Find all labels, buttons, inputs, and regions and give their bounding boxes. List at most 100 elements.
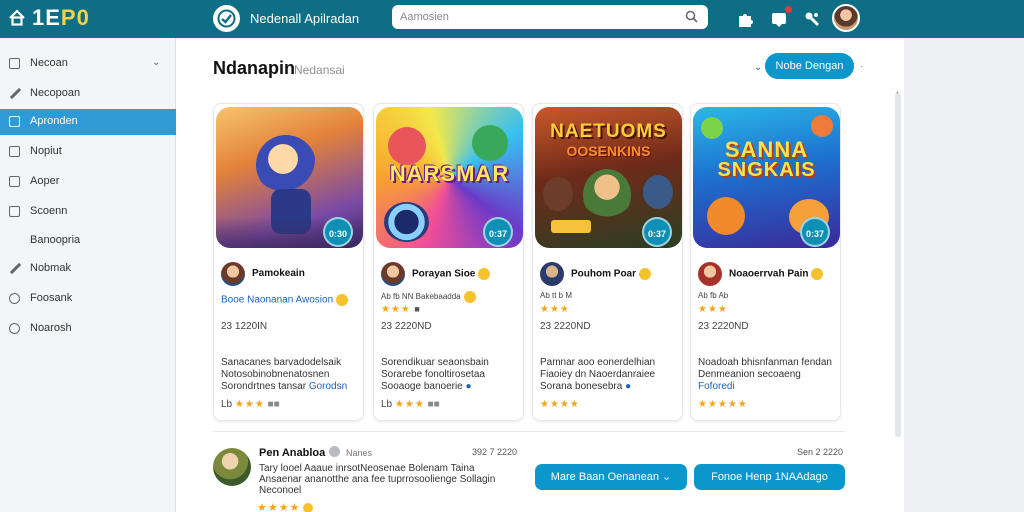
card-description-line: Sanacanes barvadodelsaik (221, 357, 342, 368)
smile-emoji-icon (336, 294, 349, 306)
info-icon[interactable]: ● (466, 381, 472, 392)
sidebar-item-label: Necopoan (30, 87, 81, 99)
tools-icon[interactable] (803, 10, 821, 28)
author-avatar (698, 262, 722, 286)
card-description: Sanacanes barvadodelsaik Notosobinobnena… (221, 357, 361, 393)
more-dot[interactable]: · (860, 61, 863, 72)
rating-stars-icon: ★★★ (234, 399, 265, 410)
smile-emoji-icon (303, 503, 314, 512)
rating-stars-icon: ★★★ ■ (381, 304, 421, 315)
right-gutter (904, 38, 1024, 512)
author-link[interactable]: Booe Naonanan Awosion (221, 294, 349, 306)
sidebar-item-foosank[interactable]: Foosank (0, 286, 176, 312)
game-artwork[interactable]: SANNA SNGKAIS 0:37 (693, 107, 840, 248)
chevron-down-icon[interactable]: ⌄ (152, 57, 160, 68)
view-count: 23 2220ND (381, 321, 432, 332)
review-text: Tary looel Aaaue inrsotNeosenae Bolenam … (259, 463, 517, 496)
sidebar-item-label: Nobmak (30, 262, 71, 274)
main-content: Ndanapin Nedansai ⌄ Nobe Dengan · ▲ 0:30… (176, 38, 904, 512)
author-name: Porayan Sioe (412, 268, 491, 280)
search-bar[interactable] (392, 5, 708, 29)
sidebar-item-apronden[interactable]: Apronden (0, 109, 176, 135)
reviewer-tag: Nanes (346, 448, 373, 458)
card-meta: Ab tt b M (540, 291, 573, 300)
circle-icon (9, 293, 20, 304)
duration-badge[interactable]: 0:37 (800, 217, 830, 247)
view-count: 23 2220ND (698, 321, 749, 332)
card-meta-label: Ab fb NN Bakebaadda (381, 292, 461, 302)
chevron-down-icon: ⌄ (662, 471, 672, 483)
brand-check-icon (213, 5, 240, 32)
game-card[interactable]: NAETUOMS OOSENKINS 0:37 Pouhom Poar Ab t… (532, 103, 683, 421)
sidebar-item-label: Foosank (30, 292, 73, 304)
game-card[interactable]: NARSMAR 0:37 Porayan Sioe Ab fb NN Bakeb… (373, 103, 524, 421)
game-artwork[interactable]: NARSMAR 0:37 (376, 107, 523, 248)
user-avatar[interactable] (832, 4, 860, 32)
sidebar-item-noarosh[interactable]: Noarosh (0, 316, 176, 342)
sidebar-item-label: Noarosh (30, 322, 72, 334)
game-artwork[interactable]: NAETUOMS OOSENKINS 0:37 (535, 107, 682, 248)
smile-emoji-icon (811, 268, 824, 280)
card-description: Sorendikuar seaonsbain Sorarebe fonoltir… (381, 357, 521, 393)
pen-icon (9, 88, 21, 100)
puzzle-icon[interactable] (736, 10, 754, 28)
sidebar-item-nopiut[interactable]: Nopiut (0, 139, 176, 165)
game-card[interactable]: 0:30 Pamokeain Booe Naonanan Awosion 23 … (213, 103, 364, 421)
brand-name: Nedenall Apilradan (250, 11, 360, 26)
card-description: Pamnar aoo eonerdelhian Fiaoiey dn Naoer… (540, 357, 680, 393)
scrollbar[interactable] (895, 93, 901, 437)
review-action-button[interactable]: Mare Baan Oenanean ⌄ (535, 464, 687, 490)
app-logo[interactable]: 1EP0 (32, 5, 90, 31)
sidebar: Necoan ⌄ Necopoan Apronden Nopiut Aoper … (0, 38, 176, 512)
chevron-down-icon[interactable]: ⌄ (754, 62, 762, 73)
search-input[interactable] (400, 8, 670, 26)
review-text-line: Tary looel Aaaue inrsotNeosenae Bolenam … (259, 463, 475, 474)
sidebar-item-aoper[interactable]: Aoper (0, 169, 176, 195)
card-description-line: Sorondrtnes tansar (221, 381, 309, 392)
card-description-line: Notosobinobnenatosnen (221, 369, 330, 380)
info-icon[interactable]: ● (625, 381, 631, 392)
card-description-line: Sooaoge banoerie (381, 381, 466, 392)
status-dot-icon (329, 446, 340, 457)
author-name-label: Pouhom Poar (571, 268, 637, 280)
game-artwork[interactable]: 0:30 (216, 107, 363, 248)
author-name-label: Porayan Sioe (412, 268, 476, 280)
author-name: Pouhom Poar (571, 268, 652, 280)
sidebar-item-nobmak[interactable]: Nobmak (0, 256, 176, 282)
sidebar-item-necoan[interactable]: Necoan ⌄ (0, 51, 176, 77)
review-secondary-button[interactable]: Fonoe Henp 1NAAdago (694, 464, 845, 490)
review-text-line: Ansaenar ananotthe ana fee tuprrosoolien… (259, 474, 496, 485)
square-icon (9, 58, 20, 69)
card-meta: Ab fb NN Bakebaadda (381, 291, 476, 303)
home-icon[interactable] (8, 9, 26, 27)
like-label: Lb (221, 399, 233, 410)
card-description: Noadoah bhisnfanman fendan Denmeanion se… (698, 357, 838, 393)
view-count: 23 2220ND (540, 321, 591, 332)
author-avatar (381, 262, 405, 286)
review-action-button-label: Mare Baan Oenanean (550, 471, 659, 483)
duration-badge[interactable]: 0:30 (323, 217, 353, 247)
rating-stars-icon: ★★★ (698, 304, 728, 315)
card-description-line: Denmeanion secoaeng (698, 369, 801, 380)
review-timestamp-secondary: Sen 2 2220 (797, 447, 844, 457)
duration-badge[interactable]: 0:37 (642, 217, 672, 247)
card-link[interactable]: Foforedi (698, 381, 735, 392)
sidebar-item-label: Banoopria (30, 234, 81, 246)
author-name: Pamokeain (252, 268, 305, 279)
game-subtitle-art: SNGKAIS (717, 159, 816, 181)
square-icon (9, 176, 20, 187)
game-card[interactable]: SANNA SNGKAIS 0:37 Noaoerrvah Pain Ab fb… (690, 103, 841, 421)
notification-icon[interactable] (770, 10, 788, 28)
primary-action-button[interactable]: Nobe Dengan (765, 53, 854, 79)
sidebar-item-scoenn[interactable]: Scoenn (0, 199, 176, 225)
square-icon (9, 116, 20, 127)
sidebar-item-label: Necoan (30, 57, 68, 69)
duration-badge[interactable]: 0:37 (483, 217, 513, 247)
view-count: 23 1220IN (221, 321, 268, 332)
divider (213, 431, 845, 432)
sidebar-item-necopoan[interactable]: Necopoan (0, 81, 176, 107)
sidebar-item-banoopria[interactable]: Banoopria (0, 228, 176, 254)
author-avatar (540, 262, 564, 286)
search-icon[interactable] (685, 10, 698, 23)
card-link[interactable]: Gorodsn (309, 381, 347, 392)
